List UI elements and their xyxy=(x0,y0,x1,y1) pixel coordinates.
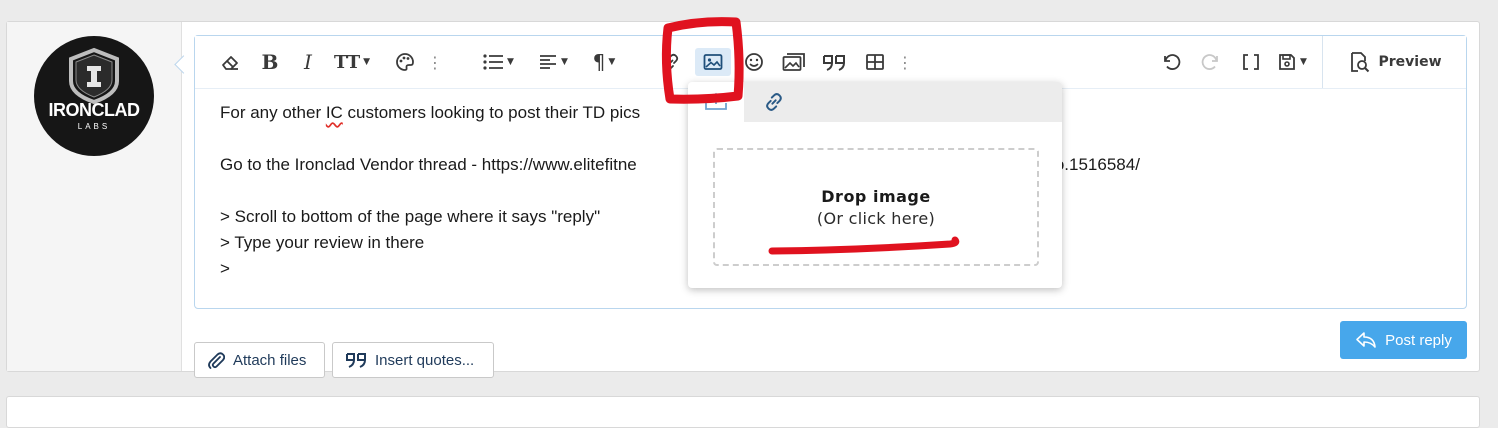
chevron-down-icon: ▼ xyxy=(561,57,568,67)
text-line: Go to the Ironclad Vendor thread - https… xyxy=(220,152,1140,178)
image-dropzone[interactable]: Drop image (Or click here) xyxy=(713,148,1039,266)
undo-icon[interactable] xyxy=(1158,48,1184,76)
redo-icon[interactable] xyxy=(1198,48,1224,76)
more-icon[interactable]: ⋮ xyxy=(897,48,913,76)
user-column: IRONCLAD LABS xyxy=(7,22,182,371)
text-size-icon[interactable]: TT ▼ xyxy=(330,48,374,76)
bold-icon[interactable]: B xyxy=(257,48,283,76)
more-icon[interactable]: ⋮ xyxy=(427,48,443,76)
misspelled-word: IC xyxy=(325,103,343,122)
italic-icon[interactable]: I xyxy=(295,48,321,76)
text-line: > Scroll to bottom of the page where it … xyxy=(220,207,601,226)
quote-icon[interactable] xyxy=(820,48,848,76)
palette-icon[interactable] xyxy=(392,48,418,76)
popup-tabs xyxy=(688,82,1062,122)
post-reply-button[interactable]: Post reply xyxy=(1340,321,1467,359)
chevron-down-icon: ▼ xyxy=(363,57,371,67)
attach-files-label: Attach files xyxy=(233,351,307,369)
text-line xyxy=(220,126,640,152)
preview-label: Preview xyxy=(1378,54,1442,70)
upload-icon xyxy=(705,92,727,110)
image-icon[interactable] xyxy=(695,48,731,76)
insert-quotes-button[interactable]: Insert quotes... xyxy=(332,342,494,378)
paragraph-label: ¶ xyxy=(592,50,606,74)
brand-name: IRONCLAD xyxy=(48,100,141,120)
link-icon xyxy=(766,93,782,111)
drop-subtitle: (Or click here) xyxy=(816,208,936,228)
save-draft-icon[interactable]: ▼ xyxy=(1272,48,1312,76)
insert-quotes-label: Insert quotes... xyxy=(375,351,475,369)
media-icon[interactable] xyxy=(780,48,808,76)
emoji-icon[interactable] xyxy=(741,48,767,76)
text-line: > xyxy=(220,259,230,278)
paperclip-icon xyxy=(208,352,225,369)
align-icon[interactable]: ▼ xyxy=(533,48,573,76)
brackets-icon[interactable] xyxy=(1238,48,1264,76)
text-line xyxy=(220,178,640,204)
list-icon[interactable]: ▼ xyxy=(478,48,518,76)
shield-icon xyxy=(69,47,119,105)
text-line: > Type your review in there xyxy=(220,233,425,252)
text-line: For any other IC customers looking to po… xyxy=(220,103,641,122)
preview-button[interactable]: Preview xyxy=(1322,36,1467,88)
eraser-icon[interactable] xyxy=(217,48,243,76)
reply-icon xyxy=(1356,332,1376,348)
quote-icon xyxy=(346,353,366,368)
post-reply-label: Post reply xyxy=(1385,331,1452,349)
drop-title: Drop image xyxy=(821,186,931,206)
avatar[interactable]: IRONCLAD LABS xyxy=(34,36,154,156)
text-size-label: TT xyxy=(333,51,361,73)
editor-content[interactable]: For any other IC customers looking to po… xyxy=(220,100,1140,282)
chevron-down-icon: ▼ xyxy=(608,57,616,67)
attach-files-button[interactable]: Attach files xyxy=(194,342,325,378)
preview-icon xyxy=(1351,52,1370,73)
chevron-down-icon: ▼ xyxy=(507,57,514,67)
chevron-down-icon: ▼ xyxy=(1300,57,1307,67)
upload-tab[interactable] xyxy=(688,82,744,122)
insert-image-popup: Drop image (Or click here) xyxy=(688,82,1062,288)
table-icon[interactable] xyxy=(862,48,888,76)
paragraph-icon[interactable]: ¶ ▼ xyxy=(586,48,622,76)
link-tab[interactable] xyxy=(746,82,802,122)
next-post-card xyxy=(6,396,1480,428)
link-icon[interactable] xyxy=(658,48,684,76)
brand-sub: LABS xyxy=(77,122,111,131)
